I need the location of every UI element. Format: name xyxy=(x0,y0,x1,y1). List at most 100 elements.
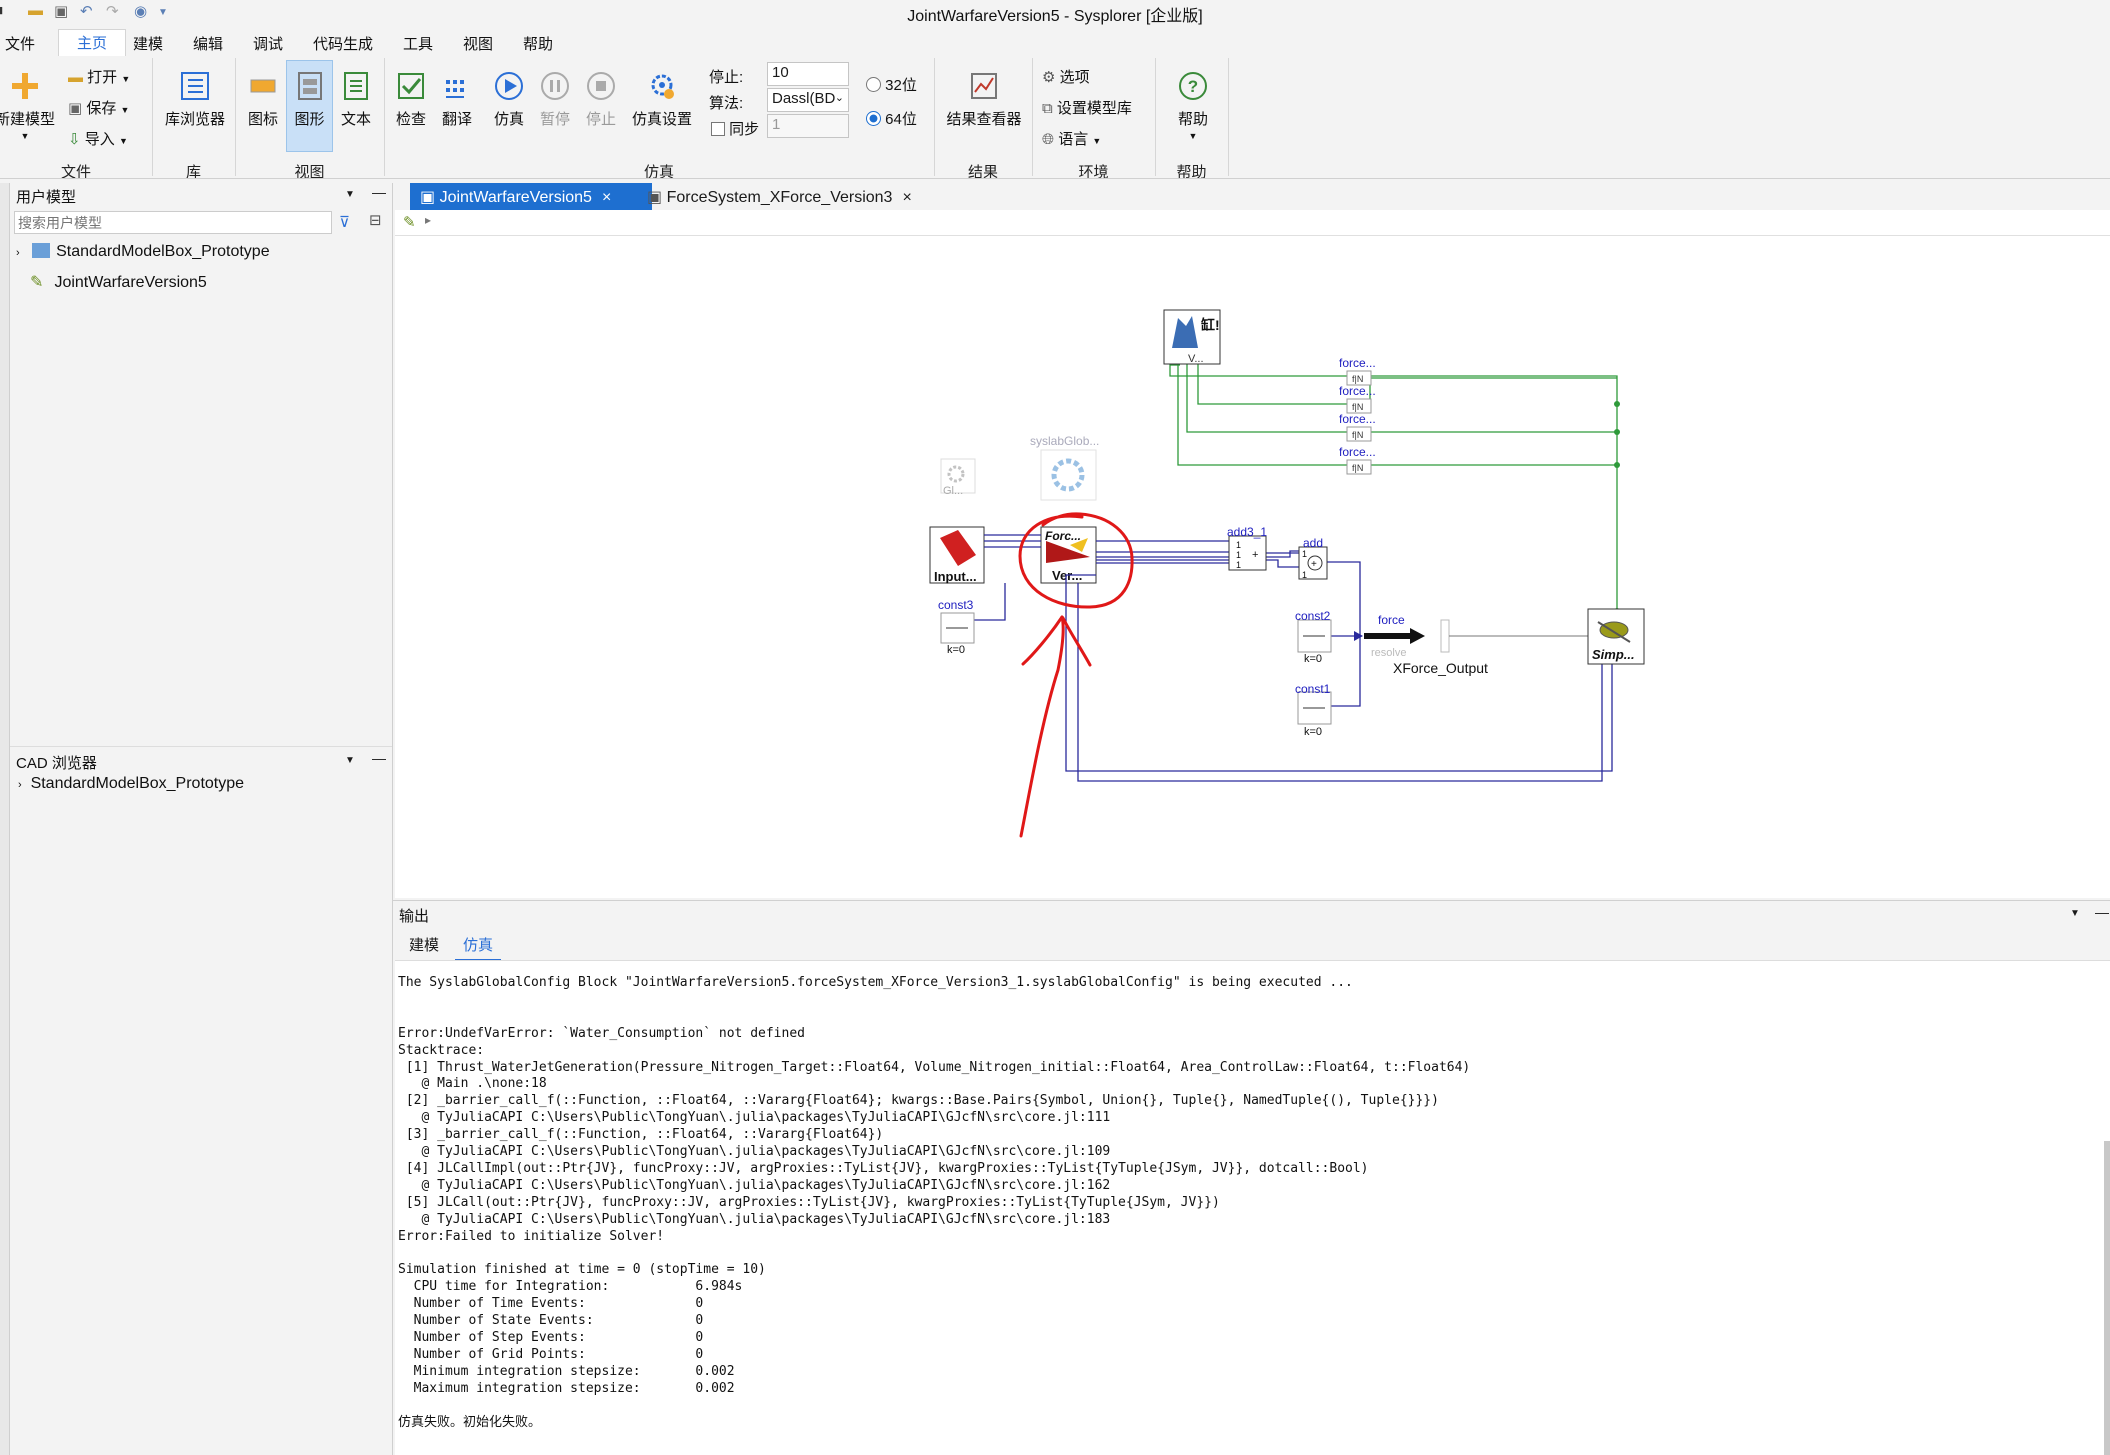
algorithm-value: Dassl(BD xyxy=(772,90,836,107)
sync-label: 同步 xyxy=(729,121,760,138)
bit64-radio[interactable]: 64位 xyxy=(866,108,917,129)
stop-icon xyxy=(587,72,615,100)
menu-tools[interactable]: 工具 xyxy=(403,33,433,54)
save-button[interactable]: ▣ 保存 ▼ xyxy=(68,97,129,118)
add3-block[interactable]: 1 1 1 + xyxy=(1228,535,1267,571)
console-line: Stacktrace: xyxy=(398,1042,485,1058)
sync-checkbox[interactable]: 同步 xyxy=(711,118,759,139)
console-line: Error:UndefVarError: `Water_Consumption`… xyxy=(398,1025,805,1041)
const2-block[interactable] xyxy=(1297,619,1332,653)
icon-view-button[interactable]: 图标 xyxy=(240,70,286,129)
add-label: add xyxy=(1303,536,1323,550)
bit32-radio[interactable]: 32位 xyxy=(866,74,917,95)
tab-joint-warfare[interactable]: ▣ JointWarfareVersion5 × xyxy=(410,183,652,210)
cad-tree-item[interactable]: › StandardModelBox_Prototype xyxy=(18,775,244,793)
model-lib-icon: ⧉ xyxy=(1042,100,1053,117)
language-label: 语言 xyxy=(1058,131,1089,148)
result-viewer-button[interactable]: 结果查看器 xyxy=(940,70,1028,129)
translate-button[interactable]: 翻译 xyxy=(434,70,480,129)
panel-border xyxy=(393,900,2110,901)
result-viewer-label: 结果查看器 xyxy=(946,111,1022,128)
algorithm-select[interactable]: Dassl(BD ⌄ xyxy=(767,88,849,112)
menu-view[interactable]: 视图 xyxy=(463,33,493,54)
help-label: 帮助 xyxy=(1177,111,1208,128)
new-model-icon xyxy=(12,73,38,99)
check-button[interactable]: 检查 xyxy=(388,70,434,129)
simulate-button[interactable]: 仿真 xyxy=(486,70,532,129)
language-button[interactable]: 🌐︎ 语言 ▼ xyxy=(1042,128,1101,149)
tree-item-standard-model-box[interactable]: › StandardModelBox_Prototype xyxy=(16,243,270,261)
console-line: [5] JLCall(out::Ptr{JV}, funcProxy::JV, … xyxy=(398,1194,1220,1210)
menu-file[interactable]: 文件 xyxy=(5,33,35,54)
model-diagram-canvas[interactable]: f|N f|N f|N f|N force... force... force.… xyxy=(395,236,2110,898)
left-dock-strip[interactable] xyxy=(0,183,10,1455)
chevron-down-icon: ⌄ xyxy=(834,92,844,104)
import-button[interactable]: ⇩ 导入 ▼ xyxy=(68,128,128,149)
cad-minimize-icon[interactable]: — xyxy=(372,750,386,766)
console-line: @ TyJuliaCAPI C:\Users\Public\TongYuan\.… xyxy=(398,1177,1111,1193)
resolve-label: resolve xyxy=(1371,647,1406,659)
chevron-right-icon[interactable]: ▸ xyxy=(425,213,431,227)
add-block[interactable]: + 1 1 xyxy=(1298,546,1328,580)
force-block-top-label: Forc... xyxy=(1045,529,1081,543)
console-line: @ TyJuliaCAPI C:\Users\Public\TongYuan\.… xyxy=(398,1144,1111,1160)
new-model-dropdown-icon: ▼ xyxy=(20,131,30,141)
menu-debug[interactable]: 调试 xyxy=(253,33,283,54)
output-tab-simulation[interactable]: 仿真 xyxy=(455,934,502,961)
close-icon[interactable]: × xyxy=(902,189,911,206)
force-label: force... xyxy=(1339,356,1376,370)
set-model-lib-label: 设置模型库 xyxy=(1056,100,1132,117)
sim-settings-button[interactable]: 仿真设置 xyxy=(626,70,698,129)
const1-label: const1 xyxy=(1295,682,1331,696)
open-button[interactable]: ▬ 打开 ▼ xyxy=(68,66,130,87)
library-browser-button[interactable]: 库浏览器 xyxy=(158,70,232,129)
svg-text:f|N: f|N xyxy=(1352,402,1363,412)
menu-edit[interactable]: 编辑 xyxy=(193,33,223,54)
output-tab-modeling[interactable]: 建模 xyxy=(409,934,439,955)
svg-text:+: + xyxy=(1252,549,1258,561)
svg-text:1: 1 xyxy=(1302,549,1307,559)
const2-value: k=0 xyxy=(1304,653,1322,665)
sync-value-input[interactable]: 1 xyxy=(767,114,849,138)
help-button[interactable]: ? 帮助 ▼ xyxy=(1160,70,1226,141)
filter-icon[interactable]: ⊽ xyxy=(339,213,350,231)
check-label: 检查 xyxy=(395,111,426,128)
menu-codegen[interactable]: 代码生成 xyxy=(313,33,373,54)
menu-modeling[interactable]: 建模 xyxy=(133,33,163,54)
set-model-lib-button[interactable]: ⧉ 设置模型库 xyxy=(1042,97,1132,118)
svg-text:?: ? xyxy=(1188,77,1198,96)
panel-minimize-icon[interactable]: — xyxy=(372,184,386,200)
tab-force-system[interactable]: ▣ ForceSystem_XForce_Version3 × xyxy=(637,183,927,210)
pause-button[interactable]: 暂停 xyxy=(532,70,578,129)
open-dropdown-icon: ▼ xyxy=(121,74,131,84)
stop-time-input[interactable]: 10 xyxy=(767,62,849,86)
const3-block[interactable] xyxy=(940,612,975,644)
console-line: [2] _barrier_call_f(::Function, ::Float6… xyxy=(398,1093,1439,1109)
stop-button[interactable]: 停止 xyxy=(578,70,624,129)
help-icon: ? xyxy=(1179,72,1207,100)
search-user-model-input[interactable] xyxy=(14,211,332,234)
open-icon: ▬ xyxy=(68,69,83,86)
new-model-button[interactable]: 新建模型 ▼ xyxy=(0,70,58,141)
scrollbar[interactable] xyxy=(2104,1141,2110,1455)
graphic-view-button[interactable]: 图形 xyxy=(286,70,333,129)
bit32-label: 32位 xyxy=(885,77,917,94)
options-button[interactable]: ⚙ 选项 xyxy=(1042,66,1090,87)
menu-help[interactable]: 帮助 xyxy=(523,33,553,54)
model-tab-icon: ▣ xyxy=(420,189,436,206)
tree-item-joint-warfare[interactable]: ✎ JointWarfareVersion5 xyxy=(30,272,207,292)
text-view-button[interactable]: 文本 xyxy=(333,70,379,129)
output-minimize-icon[interactable]: — xyxy=(2095,904,2109,920)
close-icon[interactable]: × xyxy=(602,189,611,206)
const1-block[interactable] xyxy=(1297,691,1332,725)
output-dropdown-icon[interactable]: ▼ xyxy=(2070,908,2080,919)
syslab-config-block[interactable] xyxy=(1040,449,1097,501)
panel-dropdown-icon[interactable]: ▼ xyxy=(345,189,355,200)
svg-text:1: 1 xyxy=(1236,540,1241,550)
collapse-all-icon[interactable]: ⊟ xyxy=(369,211,382,229)
cad-dropdown-icon[interactable]: ▼ xyxy=(345,755,355,766)
output-console[interactable]: The SyslabGlobalConfig Block "JointWarfa… xyxy=(395,960,2110,1455)
cad-tree-label: StandardModelBox_Prototype xyxy=(30,775,245,792)
